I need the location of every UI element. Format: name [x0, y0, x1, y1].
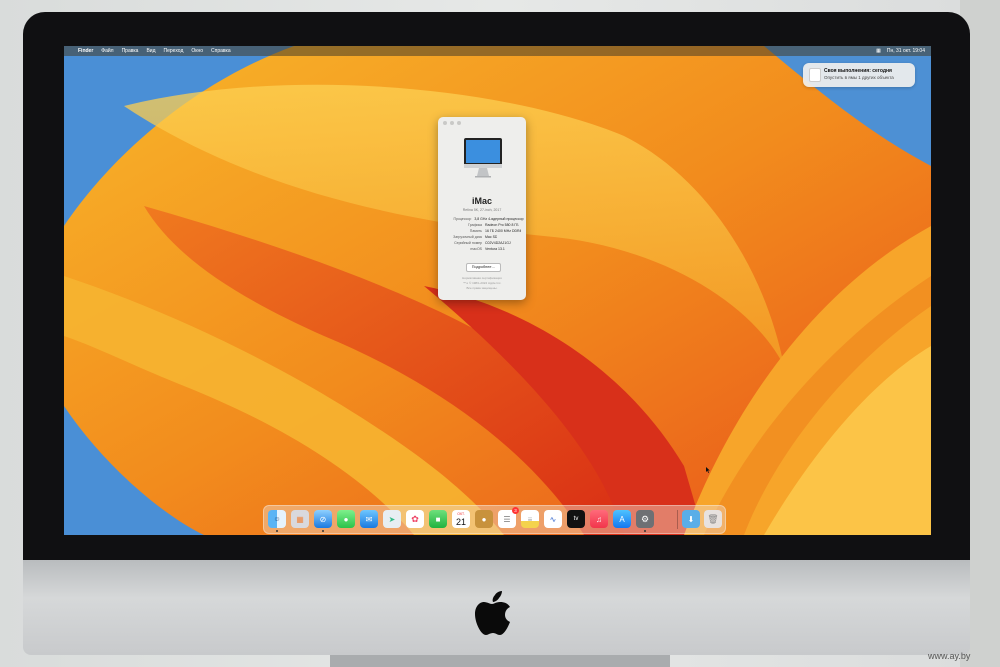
close-button[interactable]	[443, 121, 447, 125]
spec-value: Ventura 13.1	[485, 247, 505, 251]
imac-stand	[330, 655, 670, 667]
minimize-button[interactable]	[450, 121, 454, 125]
notification-title: Своя выполнения: сегодня	[824, 68, 892, 74]
running-indicator	[322, 530, 324, 532]
maps-icon[interactable]: ➤	[383, 510, 401, 528]
dock: ☺ ▦ ⊘ ● ✉ ➤ ✿ ■ ОКТ. 21 ● ☰ 3 ≡ ∿ tv ♫ A…	[263, 505, 726, 534]
running-indicator	[644, 530, 646, 532]
notification-banner[interactable]: Своя выполнения: сегодня Опустить в ямы …	[803, 63, 915, 87]
safari-icon[interactable]: ⊘	[314, 510, 332, 528]
mouse-cursor	[706, 467, 710, 473]
model-name: iMac	[471, 196, 492, 206]
photos-icon[interactable]: ✿	[406, 510, 424, 528]
facetime-icon[interactable]: ■	[429, 510, 447, 528]
downloads-folder-icon[interactable]: ⬇	[682, 510, 700, 528]
calendar-day: 21	[455, 516, 466, 527]
watermark: www.ay.by	[928, 651, 971, 661]
menu-go[interactable]: Переход	[164, 48, 184, 54]
menubar-clock[interactable]: Пн, 31 окт. 19:04	[887, 48, 925, 54]
apple-logo-icon	[475, 591, 510, 635]
finder-icon[interactable]: ☺	[268, 510, 286, 528]
trash-icon[interactable]: 🗑	[704, 510, 722, 528]
contacts-icon[interactable]: ●	[475, 510, 493, 528]
reminders-badge: 3	[512, 507, 519, 514]
running-indicator	[276, 530, 278, 532]
reminders-icon	[809, 68, 821, 82]
freeform-icon[interactable]: ∿	[544, 510, 562, 528]
window-controls	[443, 121, 461, 125]
menu-view[interactable]: Вид	[146, 48, 155, 54]
reminders-icon[interactable]: ☰ 3	[498, 507, 519, 528]
menu-app-name[interactable]: Finder	[78, 48, 93, 54]
menu-help[interactable]: Справка	[211, 48, 231, 54]
regulatory-link[interactable]: Нормативная сертификация	[438, 276, 526, 280]
menu-window[interactable]: Окно	[191, 48, 203, 54]
launchpad-icon[interactable]: ▦	[291, 510, 309, 528]
dock-separator	[677, 510, 678, 529]
messages-icon[interactable]: ●	[337, 510, 355, 528]
about-this-mac-window: iMac Retina 5K, 27-inch, 2017 Процессор 3…	[438, 117, 526, 300]
spec-key: macOS	[470, 247, 482, 251]
menu-file[interactable]: Файл	[101, 48, 113, 54]
mail-icon[interactable]: ✉	[360, 510, 378, 528]
menu-edit[interactable]: Правка	[122, 48, 139, 54]
imac-icon	[464, 138, 502, 178]
music-icon[interactable]: ♫	[590, 510, 608, 528]
app-store-icon[interactable]: A	[613, 510, 631, 528]
rights-text: Все права защищены.	[466, 286, 498, 290]
calendar-icon[interactable]: ОКТ. 21	[452, 510, 470, 528]
menu-bar: Finder Файл Правка Вид Переход Окно Спра…	[64, 46, 931, 56]
model-variant: Retina 5K, 27-inch, 2017	[462, 208, 502, 212]
spec-list: Процессор3,8 GHz 4-ядерный процессор Int…	[444, 216, 524, 252]
notification-body: Опустить в ямы 1 других объекта	[824, 75, 894, 80]
system-settings-icon[interactable]: ⚙	[636, 510, 654, 528]
apple-tv-label: tv	[573, 516, 579, 522]
notes-icon[interactable]: ≡	[521, 510, 539, 528]
more-info-button[interactable]: Подробнее…	[466, 263, 501, 272]
copyright-text: ™ и © 1983–2022 Apple Inc.	[462, 281, 502, 285]
spec-row: macOS Ventura 13.1	[444, 246, 524, 252]
zoom-button[interactable]	[457, 121, 461, 125]
control-center-icon[interactable]: ▦	[876, 48, 881, 54]
screen: Finder Файл Правка Вид Переход Окно Спра…	[64, 46, 931, 535]
apple-tv-icon[interactable]: tv	[567, 510, 585, 528]
